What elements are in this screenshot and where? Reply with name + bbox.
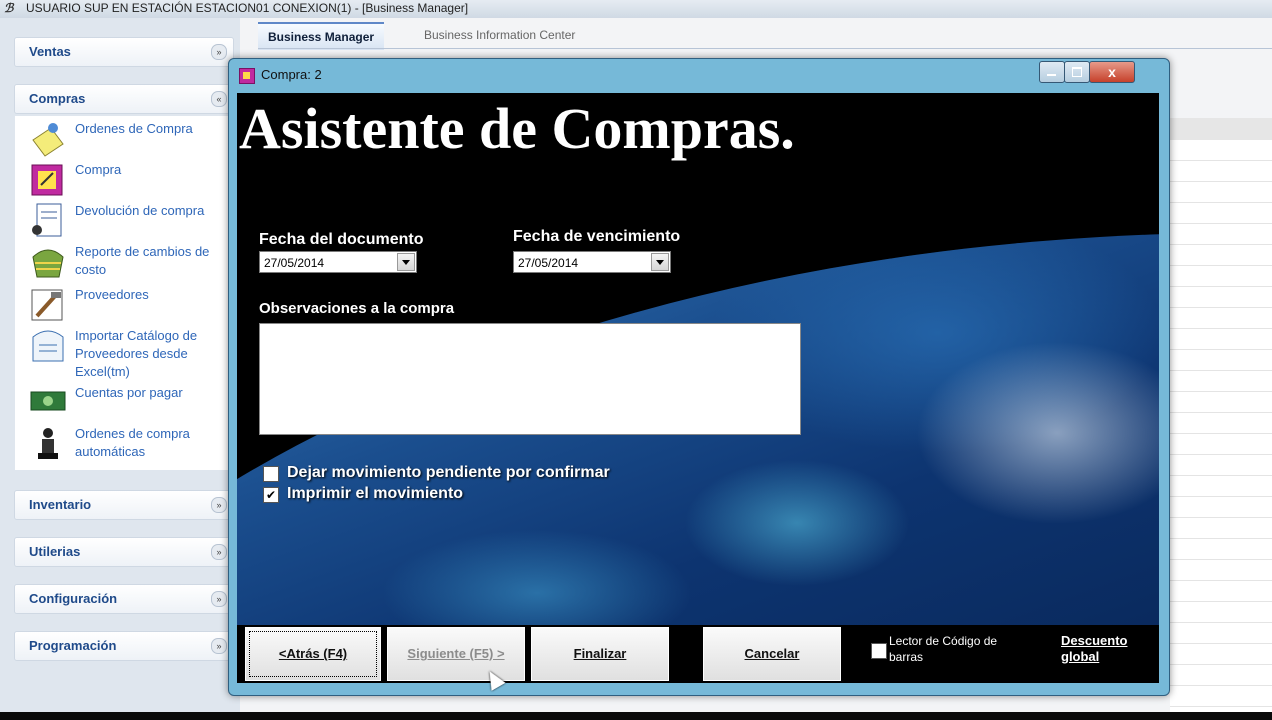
fecha-documento-combo[interactable]: 27/05/2014	[259, 251, 417, 273]
import-catalog-icon	[32, 330, 64, 362]
purchase-order-icon	[32, 123, 64, 157]
chevron-down-icon[interactable]: »	[211, 497, 227, 513]
sidebar-item-compra[interactable]: Compra	[29, 161, 229, 201]
sidebar-item-label: Devolución de compra	[75, 203, 205, 218]
sidebar-section-label: Utilerias	[29, 544, 81, 559]
tab-strip: Business Manager Business Information Ce…	[258, 22, 1272, 50]
wizard-heading: Asistente de Compras.	[239, 96, 795, 161]
chevron-down-icon[interactable]	[651, 253, 669, 271]
observaciones-label: Observaciones a la compra	[259, 300, 455, 317]
lector-label: Lector de Código de barras	[889, 634, 998, 664]
sidebar-section-ventas[interactable]: Ventas »	[15, 38, 233, 66]
sidebar-section-compras[interactable]: Compras «	[15, 85, 233, 113]
tab-divider	[258, 48, 1272, 49]
chevron-down-icon[interactable]: »	[211, 638, 227, 654]
background-grid	[1170, 140, 1272, 712]
sidebar-section-label: Compras	[29, 91, 86, 106]
cancelar-button[interactable]: Cancelar	[703, 627, 841, 681]
imprimir-checkbox[interactable]: ✔	[263, 487, 279, 503]
sidebar-item-proveedores[interactable]: Proveedores	[29, 286, 229, 326]
purchase-return-icon	[32, 203, 62, 237]
maximize-button[interactable]	[1064, 61, 1090, 83]
fecha-vencimiento-value: 27/05/2014	[518, 256, 579, 270]
sidebar-section-label: Ventas	[29, 44, 71, 59]
finalizar-button[interactable]: Finalizar	[531, 627, 669, 681]
descuento-global-link[interactable]: Descuento global	[1061, 633, 1147, 665]
fecha-vencimiento-combo[interactable]: 27/05/2014	[513, 251, 671, 273]
close-button[interactable]: x	[1089, 61, 1135, 83]
siguiente-button[interactable]: Siguiente (F5) >	[387, 627, 525, 681]
sidebar-section-label: Inventario	[29, 497, 92, 512]
app-logo-icon: ℬ	[4, 1, 14, 15]
purchase-icon	[31, 164, 63, 196]
app-title-bar: ℬ USUARIO SUP EN ESTACIÓN ESTACION01 CON…	[0, 0, 1272, 19]
chevron-down-icon[interactable]: »	[211, 44, 227, 60]
pendiente-label: Dejar movimiento pendiente por confirmar	[287, 464, 610, 481]
sidebar-section-programacion[interactable]: Programación »	[15, 632, 233, 660]
fecha-vencimiento-label: Fecha de vencimiento	[513, 228, 681, 245]
wizard-footer: <Atrás (F4) Siguiente (F5) > Finalizar C…	[237, 625, 1159, 683]
sidebar-section-label: Configuración	[29, 591, 118, 606]
dialog-app-icon	[239, 68, 255, 84]
sidebar-item-label: Ordenes de compra automáticas	[75, 426, 190, 459]
sidebar-item-label: Ordenes de Compra	[75, 121, 193, 136]
minimize-button[interactable]	[1039, 61, 1065, 83]
sidebar-section-configuracion[interactable]: Configuración »	[15, 585, 233, 613]
fecha-documento-value: 27/05/2014	[264, 256, 325, 270]
dialog-title: Compra: 2	[261, 67, 322, 82]
chevron-down-icon[interactable]: »	[211, 591, 227, 607]
cost-report-icon	[32, 249, 64, 278]
chevron-down-icon[interactable]: »	[211, 544, 227, 560]
sidebar-item-label: Cuentas por pagar	[75, 385, 183, 400]
compras-panel: Ordenes de Compra Compra Devolución de c…	[15, 116, 233, 470]
compra-dialog: Compra: 2 x Asistente de Compras. Fecha …	[228, 58, 1170, 696]
sidebar-item-label: Proveedores	[75, 287, 149, 302]
sidebar-item-importar-catalogo[interactable]: Importar Catálogo de Proveedores desde E…	[29, 327, 229, 383]
sidebar-item-devolucion[interactable]: Devolución de compra	[29, 202, 229, 242]
sidebar-item-label: Compra	[75, 162, 122, 177]
sidebar-section-utilerias[interactable]: Utilerias »	[15, 538, 233, 566]
taskbar-edge	[0, 712, 1272, 720]
sidebar-item-reporte-costo[interactable]: Reporte de cambios de costo	[29, 243, 229, 285]
suppliers-icon	[31, 289, 63, 321]
sidebar-item-ordenes-automaticas[interactable]: Ordenes de compra automáticas	[29, 425, 229, 465]
tab-business-information-center[interactable]: Business Information Center	[414, 22, 585, 48]
sidebar-section-label: Programación	[29, 638, 117, 653]
chevron-up-icon[interactable]: «	[211, 91, 227, 107]
sidebar-item-cuentas-por-pagar[interactable]: Cuentas por pagar	[29, 384, 229, 424]
accounts-payable-icon	[30, 391, 66, 411]
tab-business-manager[interactable]: Business Manager	[258, 22, 385, 50]
atras-button[interactable]: <Atrás (F4)	[245, 627, 381, 681]
sidebar-item-label: Importar Catálogo de Proveedores desde E…	[75, 328, 198, 379]
sidebar-section-inventario[interactable]: Inventario »	[15, 491, 233, 519]
pendiente-checkbox[interactable]	[263, 466, 279, 482]
sidebar-item-ordenes-de-compra[interactable]: Ordenes de Compra	[29, 120, 229, 160]
app-title: USUARIO SUP EN ESTACIÓN ESTACION01 CONEX…	[26, 1, 469, 15]
fecha-documento-label: Fecha del documento	[259, 231, 424, 248]
auto-orders-icon	[38, 428, 58, 459]
observaciones-textarea[interactable]	[259, 323, 801, 435]
chevron-down-icon[interactable]	[397, 253, 415, 271]
imprimir-label: Imprimir el movimiento	[287, 485, 464, 502]
wizard-client: Asistente de Compras. Fecha del document…	[237, 93, 1159, 683]
lector-checkbox[interactable]	[871, 643, 887, 659]
sidebar-item-label: Reporte de cambios de costo	[75, 244, 210, 277]
